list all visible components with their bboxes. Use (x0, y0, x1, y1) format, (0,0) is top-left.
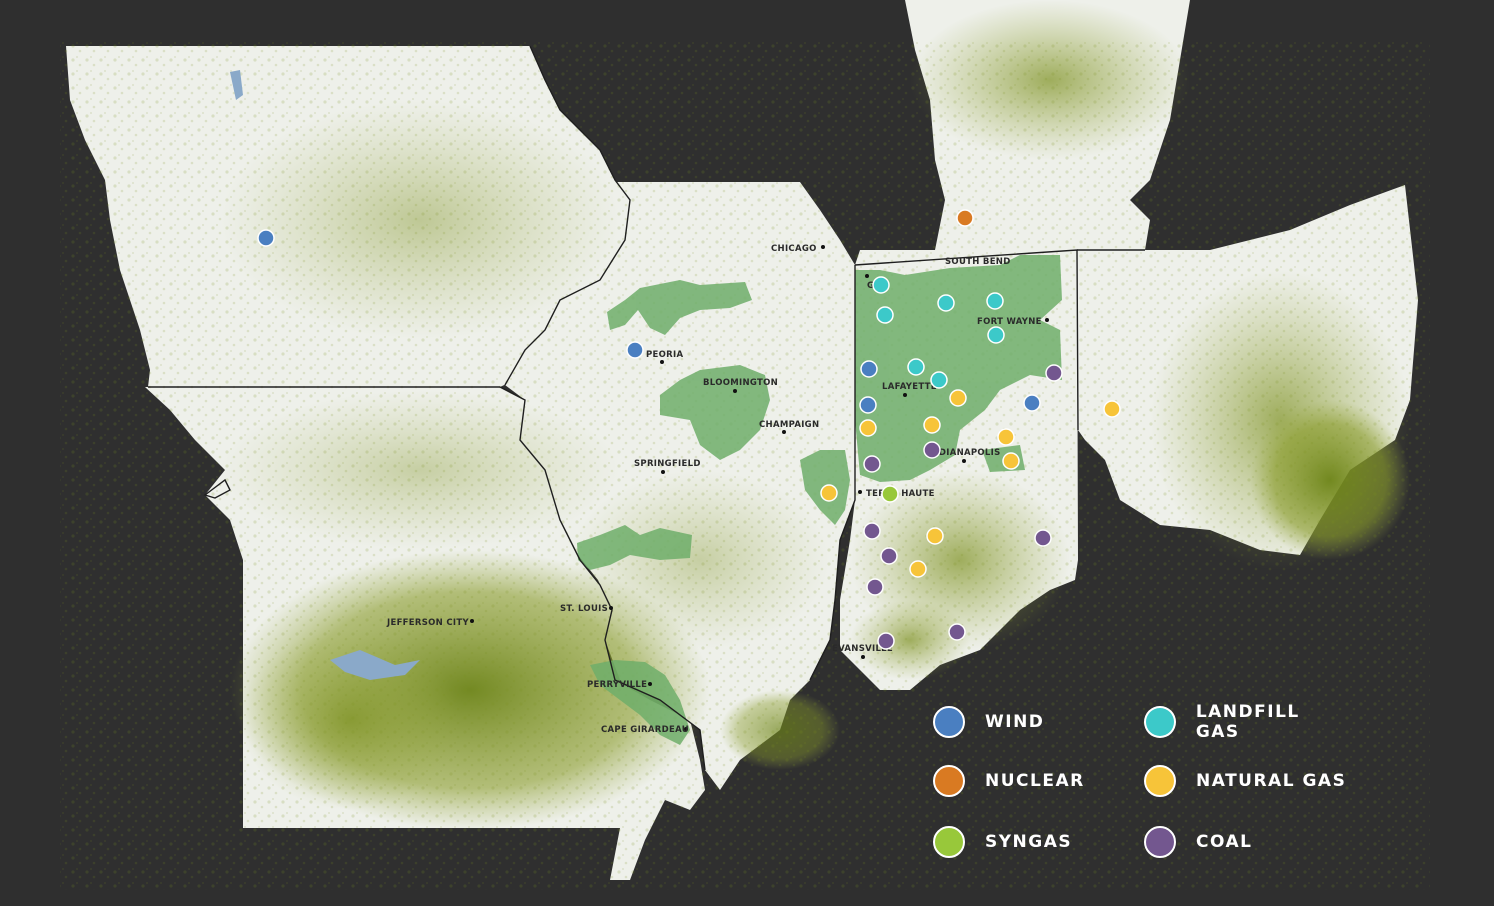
coal-plant-marker (923, 441, 941, 459)
landfill-gas-plant-marker (907, 358, 925, 376)
coal-plant-marker (863, 455, 881, 473)
legend-label: WIND (985, 712, 1045, 732)
svg-text:CAPE GIRARDEAU: CAPE GIRARDEAU (601, 725, 689, 735)
landfill-gas-plant-marker (930, 371, 948, 389)
svg-text:FORT WAYNE: FORT WAYNE (977, 317, 1042, 327)
svg-text:ST. LOUIS: ST. LOUIS (560, 604, 608, 614)
natural-gas-plant-marker (1002, 452, 1020, 470)
wind-plant-marker (859, 396, 877, 414)
city-st-louis: ST. LOUIS (560, 604, 613, 614)
city-cape-girardeau: CAPE GIRARDEAU (601, 725, 689, 735)
wind-swatch-icon (933, 706, 965, 738)
legend-item-syngas: SYNGAS (933, 822, 1072, 862)
landfill-gas-plant-marker (872, 276, 890, 294)
svg-text:CHAMPAIGN: CHAMPAIGN (759, 420, 819, 430)
svg-text:PERRYVILLE: PERRYVILLE (587, 680, 647, 690)
coal-plant-marker (1045, 364, 1063, 382)
legend-label: NUCLEAR (985, 771, 1085, 791)
legend-label: COAL (1196, 832, 1253, 852)
syngas-plant-marker (881, 485, 899, 503)
coal-swatch-icon (1144, 826, 1176, 858)
landfill-gas-plant-marker (987, 326, 1005, 344)
natural-gas-plant-marker (1103, 400, 1121, 418)
landfill-gas-plant-marker (876, 306, 894, 324)
legend-item-coal: COAL (1144, 822, 1252, 862)
wind-plant-marker (1023, 394, 1041, 412)
coal-plant-marker (880, 547, 898, 565)
coal-plant-marker (877, 632, 895, 650)
city-south-bend: SOUTH BEND (945, 257, 1011, 267)
legend: WIND NUCLEAR SYNGAS LANDFILL GAS NATURAL… (930, 700, 1350, 870)
svg-text:BLOOMINGTON: BLOOMINGTON (703, 378, 778, 388)
natural-gas-plant-marker (949, 389, 967, 407)
svg-text:LAFAYETTE: LAFAYETTE (882, 382, 937, 392)
wind-plant-marker (626, 341, 644, 359)
svg-text:SPRINGFIELD: SPRINGFIELD (634, 459, 701, 469)
natural-gas-plant-marker (820, 484, 838, 502)
natural-gas-swatch-icon (1144, 765, 1176, 797)
svg-text:SOUTH BEND: SOUTH BEND (945, 257, 1011, 267)
coal-plant-marker (1034, 529, 1052, 547)
landfill-gas-swatch-icon (1144, 706, 1176, 738)
landfill-gas-plant-marker (937, 294, 955, 312)
legend-label: SYNGAS (985, 832, 1073, 852)
nuclear-plant-marker (956, 209, 974, 227)
coal-plant-marker (948, 623, 966, 641)
svg-text:JEFFERSON CITY: JEFFERSON CITY (386, 618, 469, 628)
coal-plant-marker (863, 522, 881, 540)
wind-plant-marker (257, 229, 275, 247)
syngas-swatch-icon (933, 826, 965, 858)
natural-gas-plant-marker (997, 428, 1015, 446)
city-perryville: PERRYVILLE (587, 680, 652, 690)
coal-plant-marker (866, 578, 884, 596)
svg-text:TERRE HAUTE: TERRE HAUTE (866, 489, 935, 499)
natural-gas-plant-marker (923, 416, 941, 434)
svg-text:PEORIA: PEORIA (646, 350, 683, 360)
svg-text:CHICAGO: CHICAGO (771, 244, 817, 254)
legend-item-natural-gas: NATURAL GAS (1144, 761, 1346, 801)
natural-gas-plant-marker (859, 419, 877, 437)
nuclear-swatch-icon (933, 765, 965, 797)
wind-plant-marker (860, 360, 878, 378)
legend-item-landfill-gas: LANDFILL GAS (1144, 702, 1350, 742)
legend-item-nuclear: NUCLEAR (933, 761, 1085, 801)
legend-label: LANDFILL GAS (1195, 702, 1300, 742)
natural-gas-plant-marker (909, 560, 927, 578)
city-fort-wayne: FORT WAYNE (977, 317, 1049, 327)
landfill-gas-plant-marker (986, 292, 1004, 310)
legend-label: NATURAL GAS (1196, 771, 1347, 791)
natural-gas-plant-marker (926, 527, 944, 545)
legend-item-wind: WIND (933, 702, 1044, 742)
city-jefferson-city: JEFFERSON CITY (386, 618, 474, 628)
